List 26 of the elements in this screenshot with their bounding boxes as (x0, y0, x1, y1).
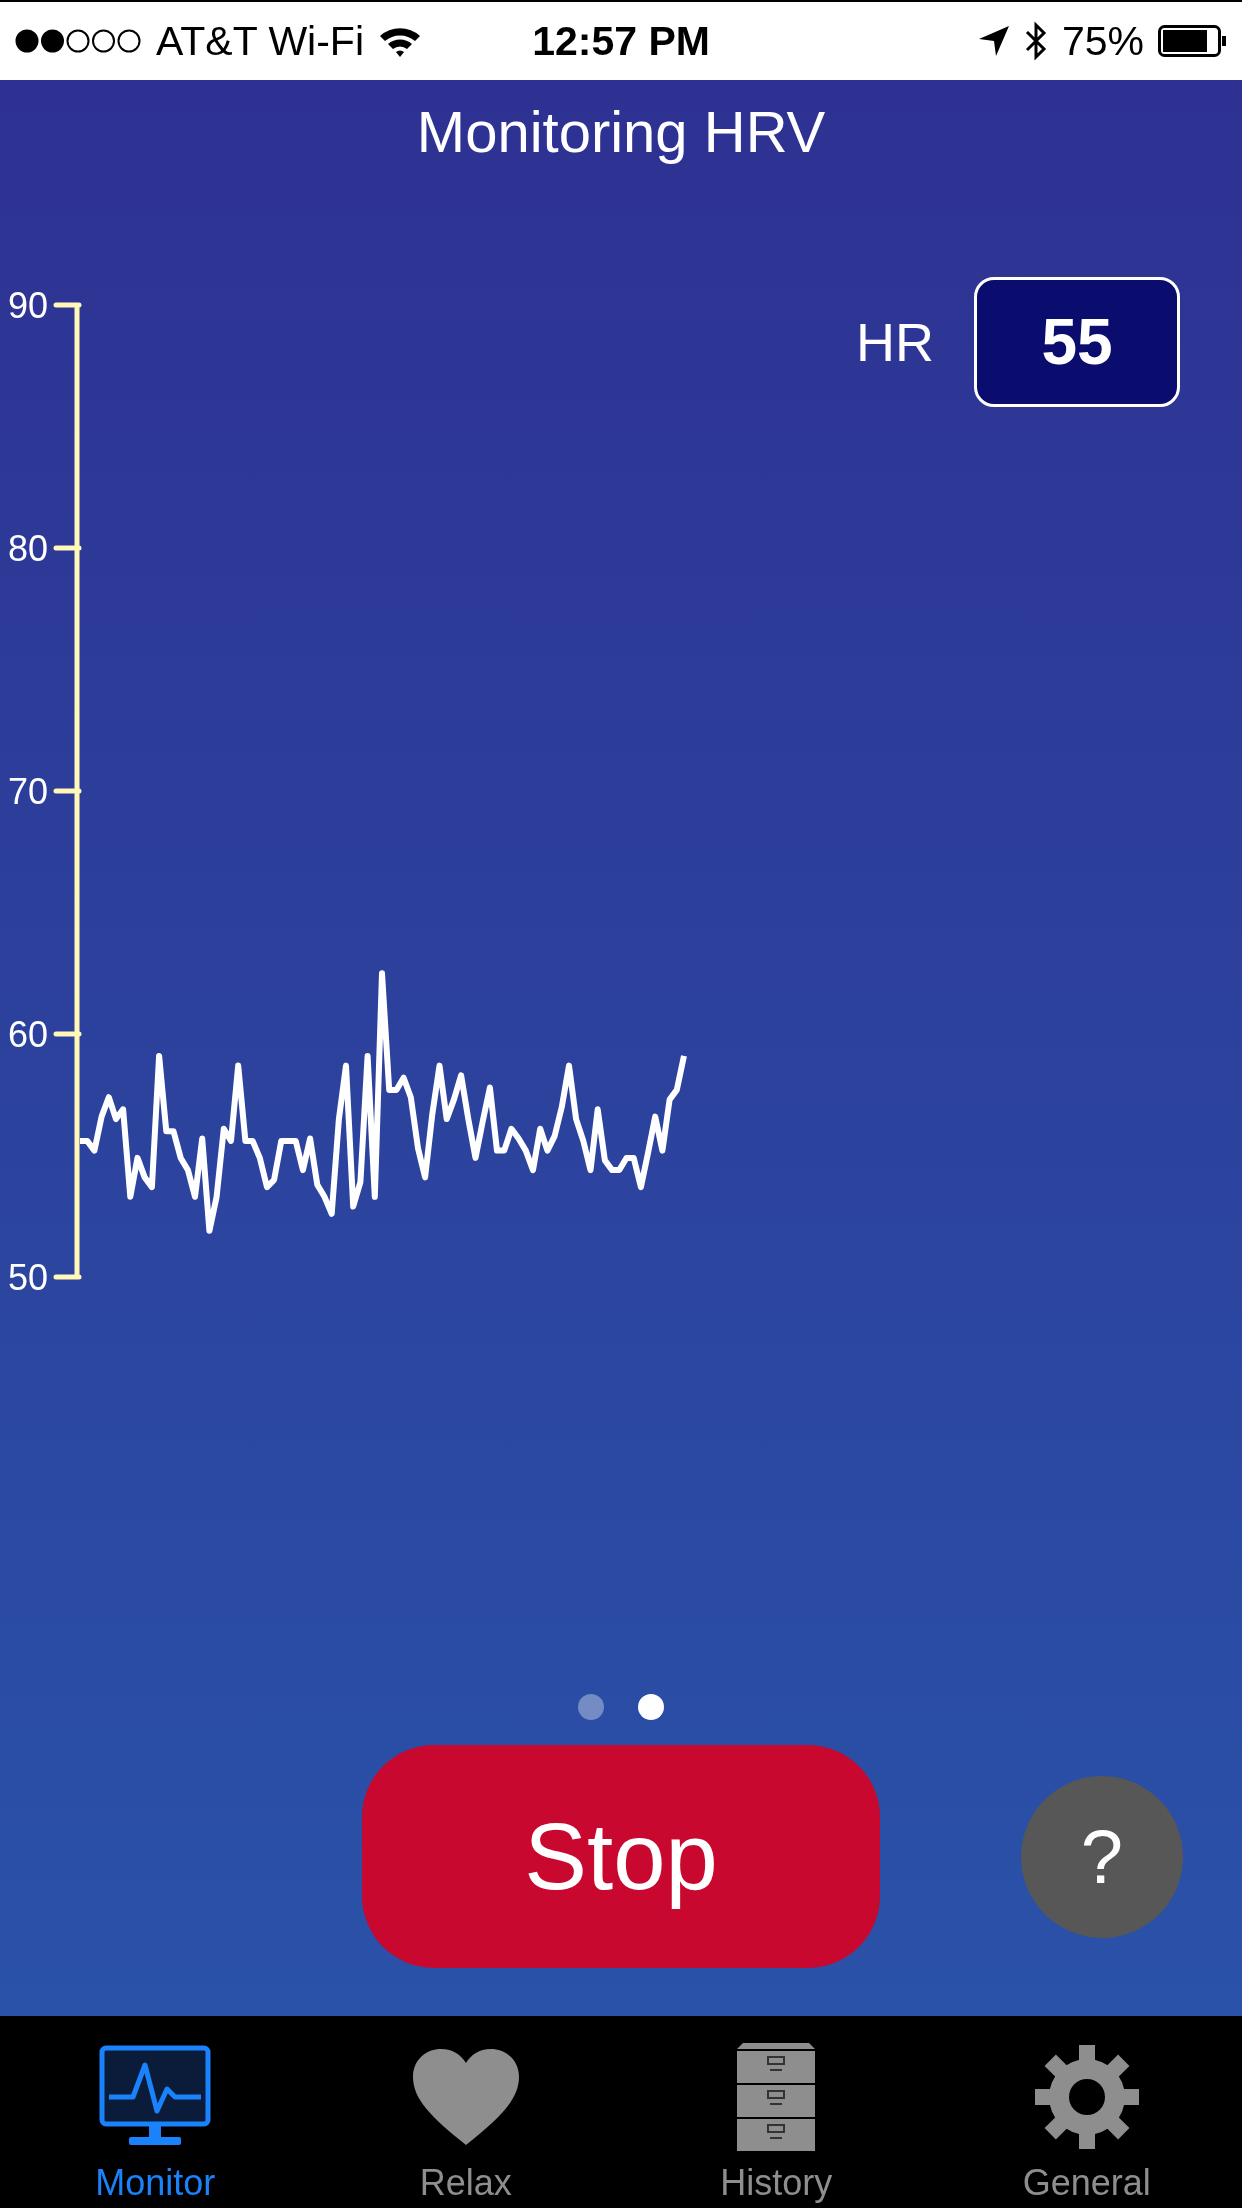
clock-time: 12:57 PM (532, 17, 710, 65)
axis-tick-label: 70 (8, 770, 49, 812)
axis-tick-label: 90 (8, 284, 49, 326)
carrier-text: AT&T Wi-Fi (156, 17, 364, 65)
help-button[interactable]: ? (1021, 1775, 1183, 1938)
tab-bar-item[interactable]: Relax (310, 2016, 621, 2208)
tab-bar-item[interactable]: General (931, 2016, 1242, 2208)
page-dot[interactable] (638, 1694, 664, 1720)
battery-percent: 75% (1061, 17, 1144, 65)
page-dot[interactable] (578, 1694, 604, 1720)
heart-rate-value: 55 (974, 277, 1180, 407)
signal-icon (14, 28, 142, 54)
settings-icon (1032, 2043, 1141, 2151)
heart-icon (410, 2047, 521, 2147)
axis-tick-label: 80 (8, 527, 49, 569)
stop-button[interactable]: Stop (362, 1745, 880, 1968)
axis-tick-label: 50 (8, 1256, 49, 1298)
heart-rate-label: HR (856, 311, 934, 373)
axis-tick-label: 60 (8, 1013, 49, 1055)
tab-bar-item[interactable]: Monitor (0, 2016, 311, 2208)
tab-bar-item[interactable]: History (621, 2016, 932, 2208)
location-arrow-icon (977, 25, 1010, 57)
bluetooth-icon (1023, 21, 1048, 61)
filing-cabinet-icon (735, 2041, 818, 2153)
battery-icon (1158, 25, 1228, 57)
screen-title: Monitoring HRV (416, 98, 826, 165)
